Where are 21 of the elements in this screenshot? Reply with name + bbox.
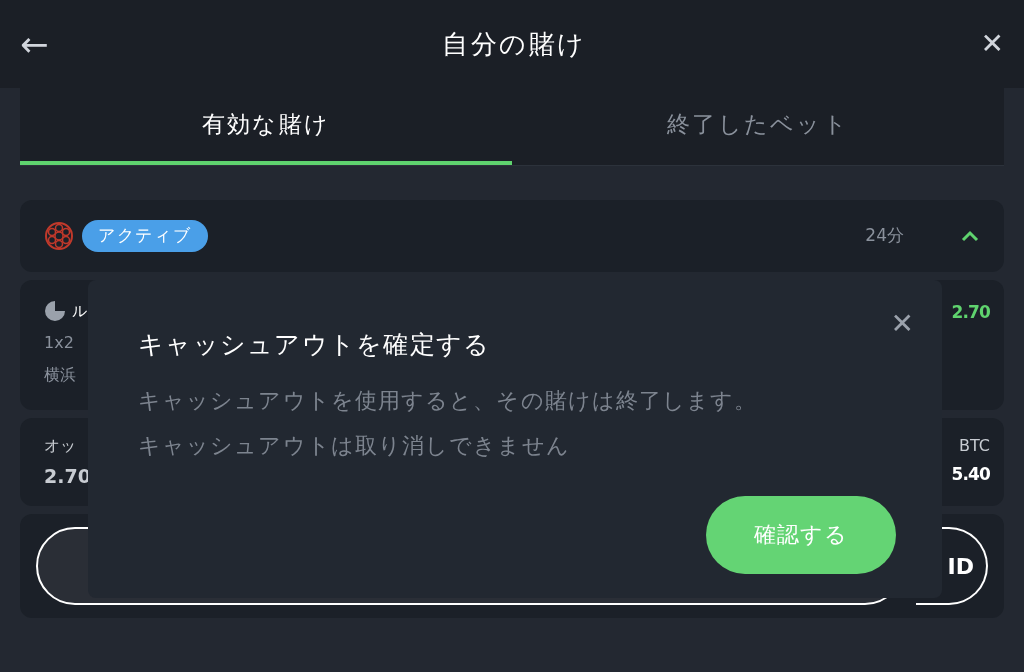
close-button[interactable]: ✕ — [980, 30, 1004, 58]
odds-label: オッ — [44, 435, 77, 457]
pie-icon — [44, 300, 66, 323]
payout-value: 5.40 — [951, 463, 990, 486]
currency-label: BTC — [959, 435, 990, 457]
selection-odds: 2.70 — [951, 301, 990, 324]
dialog-message: キャッシュアウトを使用すると、その賭けは終了します。 — [138, 386, 759, 415]
dialog-title: キャッシュアウトを確定する — [138, 329, 492, 361]
football-icon — [44, 221, 74, 251]
collapse-chevron-icon[interactable] — [960, 229, 980, 243]
match-name: 横浜 — [44, 363, 77, 386]
page-title: 自分の賭け — [442, 27, 587, 61]
selection-name: ル — [72, 301, 87, 322]
status-badge: アクティブ — [82, 220, 208, 252]
market-label: 1x2 — [44, 331, 75, 354]
tab[interactable]: 有効な賭け — [20, 88, 512, 165]
dialog-message: キャッシュアウトは取り消しできません — [138, 431, 571, 460]
elapsed-time: 24分 — [865, 224, 904, 248]
back-button[interactable]: ← — [20, 27, 49, 61]
tab[interactable]: 終了したベット — [512, 88, 1004, 165]
close-button[interactable]: ✕ — [890, 310, 914, 338]
